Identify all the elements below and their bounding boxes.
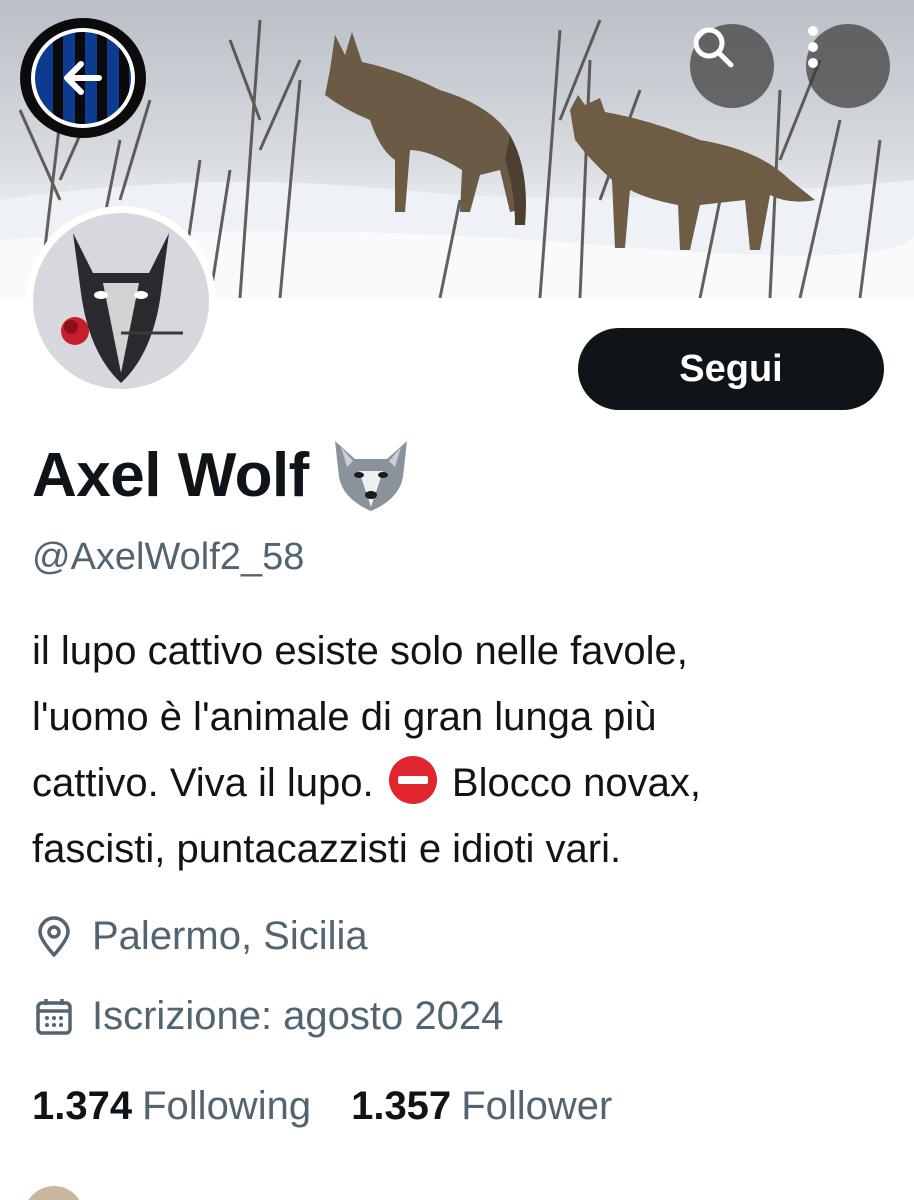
display-name-row: Axel Wolf xyxy=(32,440,413,511)
search-button[interactable] xyxy=(690,24,774,108)
wolf-face-emoji-icon xyxy=(334,441,407,511)
bio-text: cattivo. Viva il lupo. xyxy=(32,761,374,805)
followers-stat[interactable]: 1.357 Follower xyxy=(351,1084,612,1129)
club-logo-icon xyxy=(31,28,135,128)
no-entry-icon xyxy=(388,756,437,804)
partial-avatar xyxy=(24,1186,84,1200)
calendar-icon xyxy=(36,998,72,1035)
location-pin-icon xyxy=(38,915,70,957)
following-label: Following xyxy=(142,1084,312,1128)
following-stat[interactable]: 1.374 Following xyxy=(32,1084,311,1129)
follow-button[interactable]: Segui xyxy=(578,328,884,410)
bio-line: l'uomo è l'animale di gran lunga più xyxy=(32,695,657,739)
bio-line: cattivo. Viva il lupo. Blocco novax, xyxy=(32,750,892,816)
wolf-rose-avatar-image xyxy=(61,233,183,383)
joined-row: Iscrizione: agosto 2024 xyxy=(32,994,503,1039)
location-row: Palermo, Sicilia xyxy=(32,914,368,959)
search-icon xyxy=(693,27,734,68)
joined-text: Iscrizione: agosto 2024 xyxy=(92,994,504,1038)
bio-line: fascisti, puntacazzisti e idioti vari. xyxy=(32,827,622,871)
profile-bio: il lupo cattivo esiste solo nelle favole… xyxy=(32,618,892,882)
arrow-left-icon xyxy=(64,61,102,95)
more-vertical-icon xyxy=(808,26,818,68)
followers-count: 1.357 xyxy=(351,1084,452,1128)
bio-line: il lupo cattivo esiste solo nelle favole… xyxy=(32,629,688,673)
more-options-button[interactable] xyxy=(806,24,890,108)
following-count: 1.374 xyxy=(32,1084,133,1128)
user-handle: @AxelWolf2_58 xyxy=(32,536,305,578)
location-text: Palermo, Sicilia xyxy=(92,914,368,958)
followers-label: Follower xyxy=(461,1084,613,1128)
bio-text: Blocco novax, xyxy=(451,761,701,805)
display-name: Axel Wolf xyxy=(32,440,309,510)
profile-avatar[interactable] xyxy=(26,206,216,396)
back-button[interactable] xyxy=(20,18,146,138)
follow-stats: 1.374 Following 1.357 Follower xyxy=(32,1084,612,1129)
